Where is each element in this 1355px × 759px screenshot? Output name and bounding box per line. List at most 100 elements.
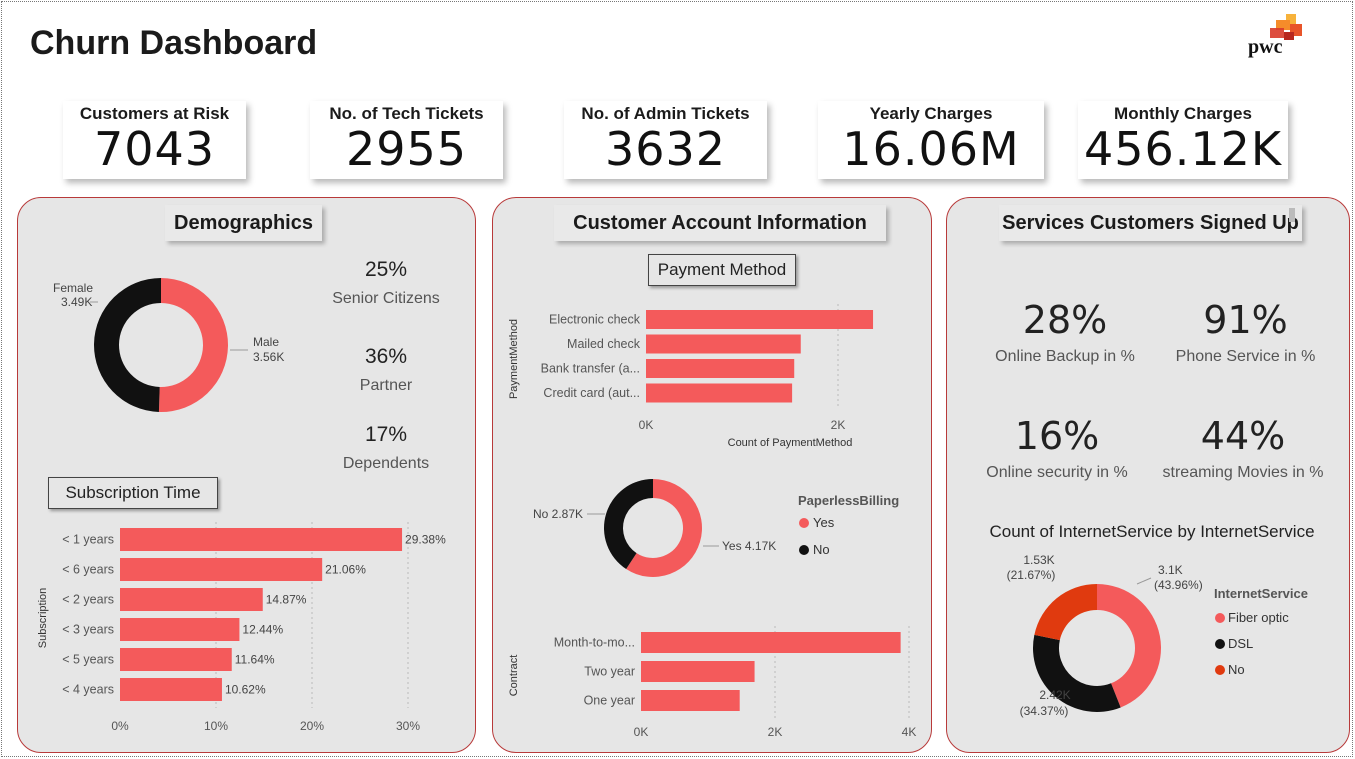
stat-senior-citizens: 25% Senior Citizens <box>316 258 456 308</box>
donut-value-label: 1.53K <box>1023 553 1054 567</box>
kpi-admin-tickets: No. of Admin Tickets 3632 <box>564 101 767 179</box>
donut-value-label: No 2.87K <box>533 507 583 521</box>
legend-dot <box>1215 665 1225 675</box>
category-label: One year <box>584 694 635 708</box>
bar <box>646 334 801 354</box>
donut-value-label: 3.49K <box>61 295 92 309</box>
kpi-yearly-charges: Yearly Charges 16.06M <box>818 101 1044 179</box>
donut-pct-label: (34.37%) <box>1020 704 1069 718</box>
data-label: 10.62% <box>225 683 266 697</box>
stat-label: Dependents <box>342 455 430 472</box>
scroll-indicator <box>1289 208 1295 222</box>
data-label: 29.38% <box>405 533 446 547</box>
data-label: 21.06% <box>325 563 366 577</box>
bar <box>120 558 323 581</box>
category-label: < 1 years <box>62 533 114 547</box>
category-label: Two year <box>584 665 635 679</box>
donut-value-label: 3.56K <box>253 350 284 364</box>
kpi-label: Monthly Charges <box>1114 104 1252 123</box>
x-tick-label: 20% <box>300 719 324 733</box>
stat-label: streaming Movies in % <box>1162 464 1324 481</box>
category-label: Mailed check <box>567 337 641 351</box>
bar <box>120 678 222 701</box>
category-label: < 6 years <box>62 563 114 577</box>
services-header: Services Customers Signed Up <box>999 205 1302 241</box>
x-tick-label: 30% <box>396 719 420 733</box>
x-tick-label: 2K <box>831 418 846 432</box>
y-axis-label: Contract <box>508 655 520 697</box>
x-tick-label: 0% <box>111 719 129 733</box>
stat-label: Online Backup in % <box>995 348 1135 365</box>
stat-label: Online security in % <box>986 464 1128 481</box>
kpi-label: Yearly Charges <box>869 104 993 123</box>
legend-dot <box>799 518 809 528</box>
bar <box>641 661 755 682</box>
stat-dependents: 17% Dependents <box>316 423 456 473</box>
kpi-tech-tickets: No. of Tech Tickets 2955 <box>310 101 503 179</box>
kpi-label: No. of Admin Tickets <box>581 104 750 123</box>
contract-chart: 0K 2K 4K Month-to-mo... Two year One year Cont… <box>508 626 917 739</box>
stat-phone-service: 91% Phone Service in % <box>1153 298 1338 366</box>
bar <box>120 528 403 551</box>
x-tick-label: 0K <box>639 418 654 432</box>
x-axis-label: Count of PaymentMethod <box>728 437 853 449</box>
bar <box>646 383 793 403</box>
stat-streaming-movies: 44% streaming Movies in % <box>1143 414 1343 482</box>
stat-value: 25% <box>364 258 408 281</box>
legend-label: No <box>1228 662 1245 677</box>
legend-title: PaperlessBilling <box>798 493 899 508</box>
bar <box>646 359 795 378</box>
legend-title: InternetService <box>1214 586 1308 601</box>
bar <box>120 648 232 671</box>
kpi-value: 3632 <box>604 122 727 176</box>
page-title: Churn Dashboard <box>30 24 318 62</box>
donut-slice <box>94 278 161 412</box>
category-label: < 3 years <box>62 623 114 637</box>
legend-dot <box>799 545 809 555</box>
legend-dot <box>1215 639 1225 649</box>
donut-value-label: Yes 4.17K <box>722 539 776 553</box>
donut-slice <box>1034 584 1097 641</box>
category-label: Electronic check <box>549 313 641 327</box>
donut-pct-label: (43.96%) <box>1154 578 1203 592</box>
payment-method-label: Payment Method <box>648 254 796 286</box>
data-label: 14.87% <box>266 593 307 607</box>
kpi-label: Customers at Risk <box>79 104 230 123</box>
bar <box>641 690 740 711</box>
data-label: 11.64% <box>235 653 275 667</box>
demographics-header: Demographics <box>165 205 322 241</box>
payment-method-chart: 0K 2K Electronic check Mailed check Bank tra… <box>508 304 874 449</box>
y-axis-label: Subscription <box>37 588 49 649</box>
stat-value: 17% <box>364 423 408 446</box>
x-tick-label: 4K <box>902 725 917 739</box>
stat-value: 91% <box>1203 298 1288 342</box>
donut-value-label: 3.1K <box>1158 563 1183 577</box>
kpi-value: 7043 <box>93 122 216 176</box>
donut-label: Female <box>53 281 93 295</box>
stat-label: Partner <box>359 377 413 394</box>
kpi-customers-at-risk: Customers at Risk 7043 <box>63 101 246 179</box>
bar <box>646 310 874 329</box>
data-label: 12.44% <box>242 623 283 637</box>
category-label: < 5 years <box>62 653 114 667</box>
kpi-monthly-charges: Monthly Charges 456.12K <box>1078 101 1288 179</box>
legend-label: No <box>813 542 830 557</box>
kpi-value: 456.12K <box>1083 122 1283 176</box>
stat-online-security: 16% Online security in % <box>967 414 1147 482</box>
kpi-value: 16.06M <box>842 122 1020 176</box>
account-header: Customer Account Information <box>554 205 886 241</box>
legend-label: Yes <box>813 515 835 530</box>
stat-value: 36% <box>364 345 408 368</box>
y-axis-label: PaymentMethod <box>508 319 520 399</box>
stat-online-backup: 28% Online Backup in % <box>975 298 1155 366</box>
donut-pct-label: (21.67%) <box>1007 568 1056 582</box>
legend-label: Fiber optic <box>1228 610 1289 625</box>
subscription-time-label: Subscription Time <box>48 477 218 509</box>
donut-slice <box>158 278 229 412</box>
bar <box>641 632 901 653</box>
donut-leader-line <box>1136 577 1152 585</box>
bar <box>120 588 263 611</box>
x-tick-label: 0K <box>634 725 649 739</box>
category-label: Credit card (aut... <box>543 386 640 400</box>
x-tick-label: 10% <box>204 719 228 733</box>
